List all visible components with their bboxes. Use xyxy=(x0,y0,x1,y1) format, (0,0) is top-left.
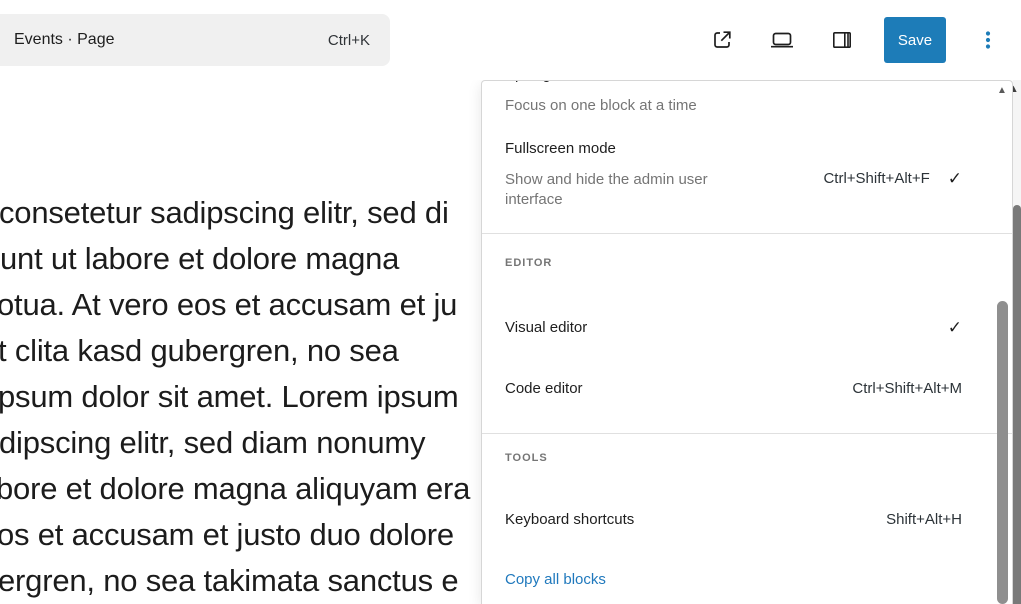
menu-item-keyboard-shortcuts[interactable]: Keyboard shortcuts Shift+Alt+H xyxy=(505,510,962,530)
menu-section-header-tools: TOOLS xyxy=(505,452,548,464)
save-button[interactable]: Save xyxy=(884,17,946,63)
external-link-icon xyxy=(710,28,734,52)
menu-item-label: Keyboard shortcuts xyxy=(505,510,634,530)
menu-divider xyxy=(482,233,1012,234)
sidebar-toggle-icon xyxy=(830,28,854,52)
menu-item-label: Fullscreen mode xyxy=(505,139,745,159)
editor-top-toolbar: Events · Page Ctrl+K xyxy=(0,0,1021,80)
menu-item-meta: Ctrl+Shift+Alt+F ✓ xyxy=(823,169,962,189)
menu-item-label: Spotlight mode xyxy=(505,80,605,85)
document-text-line: psum dolor sit amet. Lorem ipsum xyxy=(0,374,459,420)
document-text-line: ergren, no sea takimata sanctus e xyxy=(0,558,458,604)
preview-button[interactable] xyxy=(764,22,800,58)
document-text-line: os et accusam et justo duo dolore xyxy=(0,512,454,558)
scroll-up-arrow-icon[interactable]: ▲ xyxy=(997,85,1007,97)
laptop-icon xyxy=(769,28,795,52)
menu-item-description: Show and hide the admin user interface xyxy=(505,170,745,210)
options-menu-button[interactable] xyxy=(970,22,1006,58)
menu-item-fullscreen-mode[interactable]: Fullscreen mode Show and hide the admin … xyxy=(505,139,962,210)
document-text-line: t clita kasd gubergren, no sea xyxy=(0,328,399,374)
scroll-up-arrow-icon[interactable]: ▲ xyxy=(1013,83,1019,95)
menu-item-description: Focus on one block at a time xyxy=(505,96,697,116)
wordpress-block-editor: consetetur sadipscing elitr, sed di unt … xyxy=(0,0,1021,604)
menu-divider xyxy=(482,433,1012,434)
menu-item-spotlight-mode[interactable]: Spotlight mode xyxy=(505,80,962,85)
document-text-line: dipscing elitr, sed diam nonumy xyxy=(0,420,425,466)
command-palette-shortcut: Ctrl+K xyxy=(328,32,370,49)
document-bar[interactable]: Events · Page Ctrl+K xyxy=(0,14,390,66)
menu-item-spotlight-mode-description[interactable]: Focus on one block at a time xyxy=(505,96,962,116)
dropdown-scrollbar-thumb[interactable] xyxy=(997,301,1008,604)
page-scrollbar[interactable]: ▲ xyxy=(1013,80,1021,604)
check-icon: ✓ xyxy=(948,318,962,338)
document-text-line: unt ut labore et dolore magna xyxy=(0,236,399,282)
menu-section-header-editor: EDITOR xyxy=(505,257,552,269)
menu-item-label: Visual editor xyxy=(505,318,587,338)
document-text-line: consetetur sadipscing elitr, sed di xyxy=(0,190,449,236)
menu-item-text: Fullscreen mode Show and hide the admin … xyxy=(505,139,745,210)
document-text-line: bore et dolore magna aliquyam era xyxy=(0,466,470,512)
menu-item-copy-all-blocks[interactable]: Copy all blocks xyxy=(505,570,962,590)
menu-item-shortcut: Ctrl+Shift+Alt+M xyxy=(852,379,962,399)
menu-item-meta: Shift+Alt+H xyxy=(886,510,962,530)
menu-item-visual-editor[interactable]: Visual editor ✓ xyxy=(505,318,962,338)
menu-item-meta: ✓ xyxy=(948,318,962,338)
menu-item-code-editor[interactable]: Code editor Ctrl+Shift+Alt+M xyxy=(505,379,962,399)
menu-item-label: Copy all blocks xyxy=(505,570,606,590)
view-post-button[interactable] xyxy=(704,22,740,58)
menu-item-shortcut: Shift+Alt+H xyxy=(886,510,962,530)
toolbar-actions: Save xyxy=(704,17,1006,63)
menu-item-label: Code editor xyxy=(505,379,583,399)
settings-sidebar-toggle-button[interactable] xyxy=(824,22,860,58)
check-icon: ✓ xyxy=(948,169,962,189)
menu-item-shortcut: Ctrl+Shift+Alt+F xyxy=(823,169,929,189)
vertical-ellipsis-icon xyxy=(976,28,1000,52)
document-title: Events · Page xyxy=(14,31,115,49)
document-text-line: otua. At vero eos et accusam et ju xyxy=(0,282,457,328)
menu-item-meta: Ctrl+Shift+Alt+M xyxy=(852,379,962,399)
options-dropdown-menu: Spotlight mode Focus on one block at a t… xyxy=(481,80,1013,604)
page-scrollbar-thumb[interactable] xyxy=(1013,205,1021,604)
dropdown-scrollbar[interactable]: ▲ xyxy=(996,83,1009,604)
